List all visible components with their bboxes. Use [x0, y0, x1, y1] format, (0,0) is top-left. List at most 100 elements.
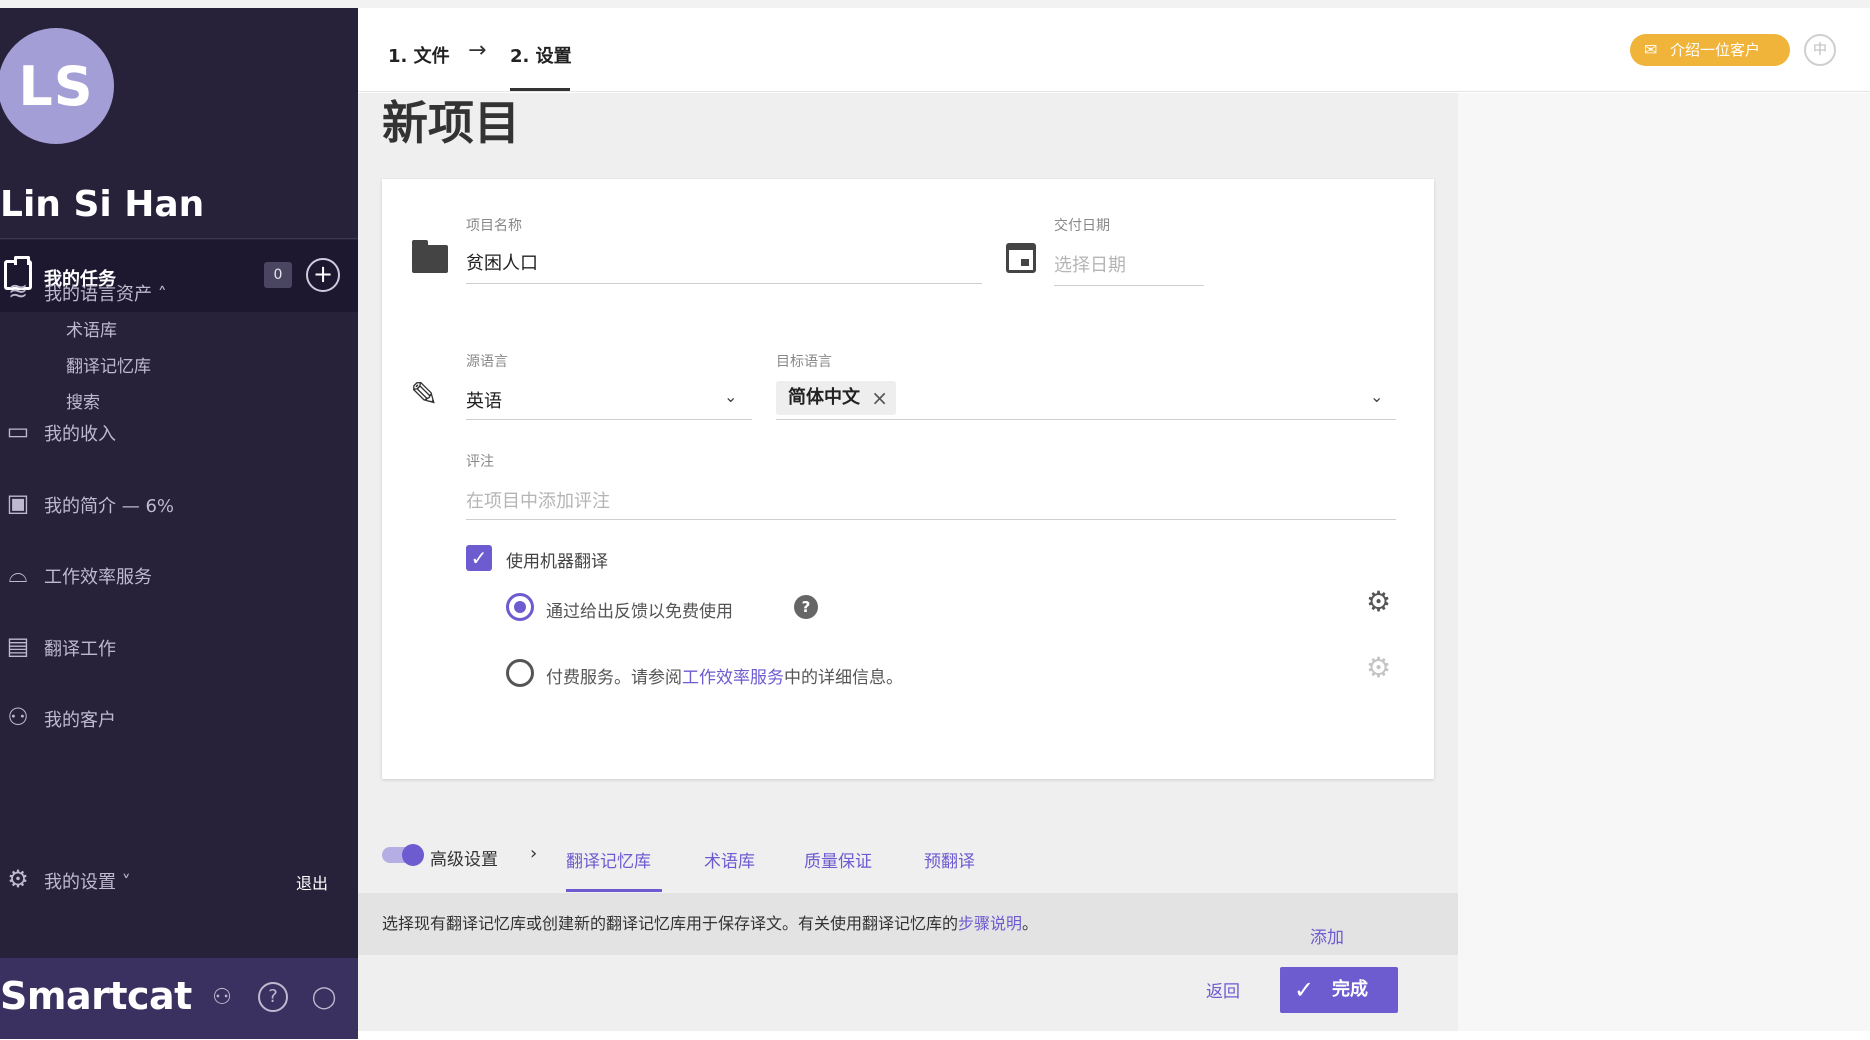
sidebar-item-language-assets[interactable]: ≋ 我的语言资产 ˄ [0, 272, 358, 312]
tm-info-text: 选择现有翻译记忆库或创建新的翻译记忆库用于保存译文。有关使用翻译记忆库的步骤说明… [382, 913, 1122, 935]
settings-gear-icon: ⚙ [7, 865, 29, 893]
tm-info-bar: 选择现有翻译记忆库或创建新的翻译记忆库用于保存译文。有关使用翻译记忆库的步骤说明… [358, 893, 1458, 955]
chevron-down-icon: ˅ [121, 872, 131, 893]
tab-termbase[interactable]: 术语库 [704, 847, 755, 872]
calendar-icon [1006, 243, 1036, 273]
step-settings[interactable]: 2. 设置 [510, 42, 572, 68]
add-tm-link[interactable]: 添加 [1310, 923, 1344, 948]
logout-link[interactable]: 退出 [296, 870, 328, 894]
top-strip [0, 0, 1870, 8]
advanced-settings-toggle[interactable] [382, 844, 424, 866]
tm-info-body: 选择现有翻译记忆库或创建新的翻译记忆库用于保存译文。有关使用翻译记忆库的 [382, 914, 959, 933]
active-tab-indicator [566, 889, 662, 892]
tab-pretranslation[interactable]: 预翻译 [924, 847, 975, 872]
back-button[interactable]: 返回 [1206, 977, 1240, 1002]
machine-translation-label: 使用机器翻译 [506, 552, 608, 572]
language-globe-icon[interactable]: 中 [1804, 34, 1836, 66]
sidebar-item-label: 我的设置 [44, 872, 116, 893]
job-clipboard-icon: ▤ [6, 632, 30, 660]
tm-info-end: 。 [1022, 914, 1039, 933]
chevron-right-icon: › [530, 843, 538, 864]
project-name-underline [466, 283, 982, 284]
comment-label: 评注 [466, 454, 494, 470]
sidebar-subitem-tm[interactable]: 翻译记忆库 [66, 352, 151, 377]
mt-paid-label: 付费服务。请参阅工作效率服务中的详细信息。 [546, 663, 903, 688]
sidebar-item-income[interactable]: ▭ 我的收入 [0, 412, 358, 452]
brand-logo: Smartcat [0, 974, 192, 1018]
top-header: 1. 文件 → 2. 设置 ✉ 介绍一位客户 中 [358, 8, 1870, 92]
comment-input[interactable]: 在项目中添加评注 [466, 487, 610, 513]
step-files[interactable]: 1. 文件 [388, 42, 450, 68]
project-settings-card: 项目名称 贫困人口 交付日期 选择日期 ✎ 源语言 英语 ⌄ 目标语言 简体中文… [382, 179, 1434, 779]
sidebar-footer: Smartcat ⚇ ? ◯ [0, 958, 358, 1039]
gear-icon: ⚙ [1366, 651, 1392, 684]
done-button-label: 完成 [1332, 979, 1368, 1000]
chat-icon[interactable]: ◯ [308, 982, 340, 1014]
sidebar-subitem-termbase[interactable]: 术语库 [66, 316, 117, 341]
tab-quality-assurance[interactable]: 质量保证 [804, 847, 872, 872]
refer-client-label: 介绍一位客户 [1670, 41, 1761, 59]
main-content: 新项目 项目名称 贫困人口 交付日期 选择日期 ✎ 源语言 英语 ⌄ 目标语言 … [358, 93, 1458, 1031]
arrow-right-icon: → [468, 38, 487, 63]
page-title: 新项目 [382, 96, 520, 150]
sidebar-item-label: 我的客户 [44, 710, 116, 731]
user-name: Lin Si Han [0, 184, 205, 225]
chevron-up-icon: ˄ [157, 284, 167, 305]
folder-icon [412, 240, 448, 273]
sidebar-item-clients[interactable]: ⚇ 我的客户 [0, 698, 358, 738]
chevron-down-icon[interactable]: ⌄ [1370, 387, 1383, 406]
mt-free-label: 通过给出反馈以免费使用 [546, 602, 733, 622]
efficiency-services-link[interactable]: 工作效率服务 [682, 668, 784, 688]
help-icon[interactable]: ? [794, 595, 818, 619]
sidebar-item-label: 我的简介 — 6% [44, 496, 174, 517]
gear-icon[interactable]: ⚙ [1366, 585, 1391, 618]
target-language-underline [776, 419, 1396, 420]
sidebar-item-jobs[interactable]: ▤ 翻译工作 [0, 627, 358, 667]
mt-free-radio[interactable] [506, 593, 534, 621]
machine-translation-checkbox[interactable]: ✓ [466, 545, 492, 571]
people-icon: ⚇ [7, 703, 29, 731]
sidebar-item-label: 我的语言资产 [44, 284, 152, 305]
sidebar: LS Lin Si Han 我的任务 0 + ≋ 我的语言资产 ˄ 术语库 翻译… [0, 8, 358, 1039]
deadline-input[interactable]: 选择日期 [1054, 251, 1126, 277]
mt-paid-text-end: 中的详细信息。 [784, 668, 903, 688]
id-card-icon: ▣ [6, 489, 30, 517]
deadline-label: 交付日期 [1054, 218, 1110, 234]
target-language-chip-label: 简体中文 [788, 387, 860, 408]
source-language-select[interactable]: 英语 [466, 387, 502, 413]
sidebar-item-profile[interactable]: ▣ 我的简介 — 6% [0, 484, 358, 524]
sidebar-item-label: 翻译工作 [44, 639, 116, 660]
sidebar-divider [0, 238, 358, 239]
app-window: LS Lin Si Han 我的任务 0 + ≋ 我的语言资产 ˄ 术语库 翻译… [0, 0, 1870, 1040]
sidebar-subitem-search[interactable]: 搜索 [66, 388, 100, 413]
deadline-underline [1054, 285, 1204, 286]
help-icon[interactable]: ? [258, 982, 288, 1012]
pencil-icon: ✎ [410, 375, 439, 415]
basket-icon: ⌓ [8, 560, 28, 588]
sidebar-item-label: 我的收入 [44, 424, 116, 445]
tm-instructions-link[interactable]: 步骤说明 [958, 914, 1022, 933]
gift-icon: ✉ [1644, 40, 1658, 59]
advanced-settings-label: 高级设置 [430, 850, 498, 870]
done-button[interactable]: ✓ 完成 [1280, 967, 1398, 1013]
project-name-label: 项目名称 [466, 218, 522, 234]
mt-paid-text: 付费服务。请参阅 [546, 668, 682, 688]
project-name-input[interactable]: 贫困人口 [466, 249, 538, 275]
layers-icon: ≋ [7, 277, 29, 305]
comment-underline [466, 519, 1396, 520]
check-icon: ✓ [1294, 976, 1315, 1004]
team-icon[interactable]: ⚇ [206, 982, 238, 1014]
chevron-down-icon[interactable]: ⌄ [724, 387, 737, 406]
wallet-icon: ▭ [6, 417, 30, 445]
tab-translation-memory[interactable]: 翻译记忆库 [566, 847, 651, 872]
close-icon[interactable]: × [871, 381, 888, 415]
mt-paid-radio[interactable] [506, 659, 534, 687]
source-language-underline [466, 419, 752, 420]
sidebar-item-label: 工作效率服务 [44, 567, 152, 588]
refer-client-button[interactable]: ✉ 介绍一位客户 [1630, 34, 1790, 66]
avatar[interactable]: LS [0, 28, 114, 144]
target-language-label: 目标语言 [776, 354, 832, 370]
sidebar-item-efficiency[interactable]: ⌓ 工作效率服务 [0, 555, 358, 595]
target-language-chip[interactable]: 简体中文 × [776, 381, 896, 415]
source-language-label: 源语言 [466, 354, 508, 370]
